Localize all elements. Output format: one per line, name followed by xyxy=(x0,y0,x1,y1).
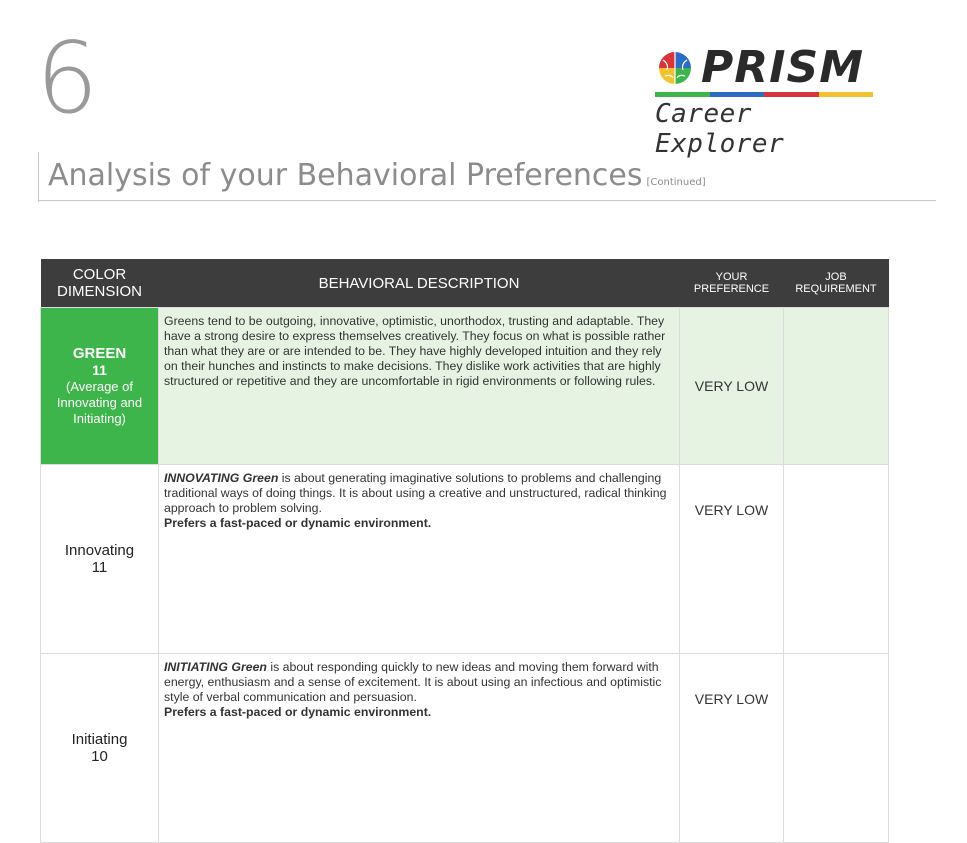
innovating-color-cell: Innovating 11 xyxy=(40,464,159,654)
green-your-preference: VERY LOW xyxy=(679,307,784,465)
title-rule-horizontal xyxy=(38,200,936,201)
innovating-your-preference: VERY LOW xyxy=(679,464,784,654)
initiating-your-preference: VERY LOW xyxy=(679,653,784,843)
innovating-preference-line: Prefers a fast-paced or dynamic environm… xyxy=(164,516,432,530)
green-score: 11 xyxy=(92,362,107,378)
page-number: 6 xyxy=(36,22,99,136)
header-your-preference: YOUR PREFERENCE xyxy=(679,259,784,308)
logo-color-bar xyxy=(655,92,873,97)
innovating-job-requirement xyxy=(783,464,889,654)
green-description: Greens tend to be outgoing, innovative, … xyxy=(158,307,680,465)
logo-subtitle: Career Explorer xyxy=(655,99,785,159)
prism-logo: PRISM Career Explorer xyxy=(655,46,885,159)
innovating-name: Innovating xyxy=(64,542,135,559)
page-title-text: Analysis of your Behavioral Preferences xyxy=(48,158,643,193)
green-job-requirement xyxy=(783,307,889,465)
header-color-dimension: COLOR DIMENSION xyxy=(40,259,159,308)
page-title-continued: [Continued] xyxy=(646,177,706,188)
initiating-name: Initiating xyxy=(71,731,128,748)
logo-row: PRISM xyxy=(655,46,885,90)
green-name: GREEN xyxy=(72,345,127,362)
header-behavioral-description: BEHAVIORAL DESCRIPTION xyxy=(158,259,680,308)
logo-wordmark: PRISM xyxy=(701,42,864,93)
title-rule-vertical xyxy=(38,152,39,202)
table-header-row: COLOR DIMENSION BEHAVIORAL DESCRIPTION Y… xyxy=(40,259,889,308)
table-row-innovating: Innovating 11 INNOVATING Green is about … xyxy=(40,464,889,654)
table-row-initiating: Initiating 10 INITIATING Green is about … xyxy=(40,653,889,843)
initiating-score: 10 xyxy=(91,748,108,765)
header-job-requirement: JOB REQUIREMENT xyxy=(783,259,889,308)
innovating-description: INNOVATING Green is about generating ima… xyxy=(158,464,680,654)
initiating-description: INITIATING Green is about responding qui… xyxy=(158,653,680,843)
initiating-lead: INITIATING Green xyxy=(164,660,267,674)
green-color-cell: GREEN 11 (Average of Innovating and Init… xyxy=(40,307,159,465)
initiating-job-requirement xyxy=(783,653,889,843)
table-row-green: GREEN 11 (Average of Innovating and Init… xyxy=(40,307,889,465)
initiating-color-cell: Initiating 10 xyxy=(40,653,159,843)
initiating-preference-line: Prefers a fast-paced or dynamic environm… xyxy=(164,705,432,719)
logo-bar-yellow xyxy=(818,92,873,97)
behavioral-analysis-table: COLOR DIMENSION BEHAVIORAL DESCRIPTION Y… xyxy=(40,259,889,843)
innovating-score: 11 xyxy=(91,559,108,576)
brain-icon xyxy=(659,52,691,84)
green-note: (Average of Innovating and Initiating) xyxy=(56,379,143,426)
innovating-lead: INNOVATING Green xyxy=(164,471,279,485)
page-title: Analysis of your Behavioral Preferences[… xyxy=(48,158,706,193)
logo-bar-red xyxy=(764,92,819,97)
logo-bar-blue xyxy=(709,92,764,97)
logo-bar-green xyxy=(655,92,710,97)
